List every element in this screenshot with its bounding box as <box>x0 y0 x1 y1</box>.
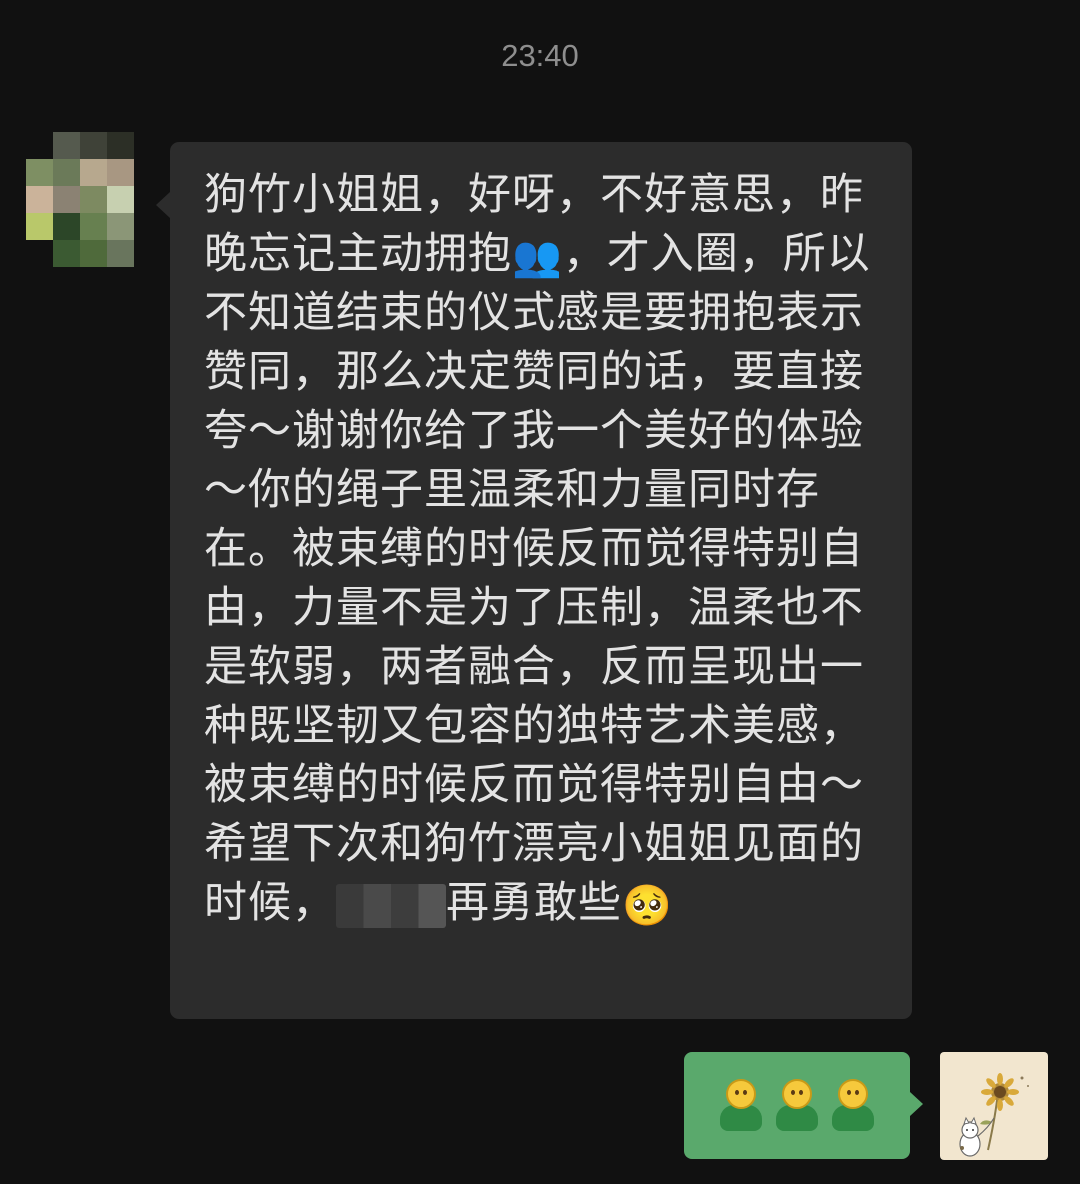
censored-region <box>336 883 446 928</box>
people-hugging-emoji-icon: 👥 <box>512 233 563 280</box>
green-person-emoji-icon <box>830 1078 876 1133</box>
message-text-part-2: ，才入圈，所以不知道结束的仪式感是要拥抱表示赞同，那么决定赞同的话，要直接夸～谢… <box>204 229 871 928</box>
green-person-emoji-icon <box>718 1078 764 1133</box>
message-text-part-3: 再勇敢些 <box>446 878 622 928</box>
green-person-emoji-icon <box>774 1078 820 1133</box>
message-time: 23:40 <box>501 38 579 73</box>
chat-screen: 23:40 狗竹小姐姐，好呀，不好意思，昨晚忘记主动拥抱👥，才入圈，所以不知道结… <box>0 0 1080 1184</box>
sender-avatar[interactable] <box>26 132 134 268</box>
incoming-message-bubble[interactable]: 狗竹小姐姐，好呀，不好意思，昨晚忘记主动拥抱👥，才入圈，所以不知道结束的仪式感是… <box>156 142 912 1019</box>
outgoing-message-bubble[interactable] <box>684 1052 923 1159</box>
sunflower-cat-icon <box>959 1073 1029 1157</box>
user-avatar[interactable] <box>940 1052 1048 1160</box>
incoming-message-text: 狗竹小姐姐，好呀，不好意思，昨晚忘记主动拥抱👥，才入圈，所以不知道结束的仪式感是… <box>204 166 878 933</box>
pleading-face-emoji-icon: 🥺 <box>622 882 673 929</box>
